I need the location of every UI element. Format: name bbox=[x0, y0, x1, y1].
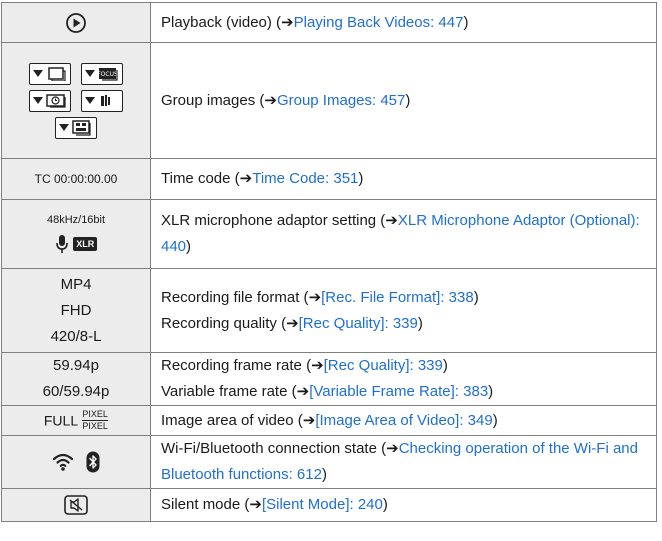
bluetooth-icon bbox=[86, 451, 100, 473]
reference-link[interactable]: [Rec Quality]: 339 bbox=[299, 315, 418, 332]
reference-arrow-icon: ➔ bbox=[311, 357, 324, 374]
table-row: FOCUS Group images (➔Group Images: 457) bbox=[1, 42, 657, 159]
icon-cell: FOCUS bbox=[1, 42, 151, 159]
table-row: Wi-Fi/Bluetooth connection state (➔Check… bbox=[1, 435, 657, 489]
audio-format-indicator: 48kHz/16bit bbox=[46, 214, 106, 226]
icon-cell: TC 00:00:00.00 bbox=[1, 158, 151, 200]
time-code-indicator: TC 00:00:00.00 bbox=[34, 172, 118, 186]
description-cell: Image area of video (➔[Image Area of Vid… bbox=[150, 405, 657, 436]
description-text: Silent mode ( bbox=[161, 496, 250, 513]
reference-link[interactable]: [Rec Quality]: 339 bbox=[324, 357, 443, 374]
reference-arrow-icon: ➔ bbox=[264, 91, 277, 109]
silent-mode-icon bbox=[64, 495, 88, 515]
icon-cell bbox=[1, 2, 151, 43]
reference-arrow-icon: ➔ bbox=[281, 13, 294, 31]
group-interval-icon bbox=[29, 89, 71, 112]
reference-link[interactable]: [Image Area of Video]: 349 bbox=[315, 412, 492, 429]
reference-link[interactable]: [Silent Mode]: 240 bbox=[262, 496, 383, 513]
description-text: Time code ( bbox=[161, 170, 240, 187]
reference-link[interactable]: Group Images: 457 bbox=[277, 92, 405, 109]
reference-link[interactable]: [Variable Frame Rate]: 383 bbox=[309, 383, 488, 400]
closing-paren: ) bbox=[321, 466, 327, 483]
closing-paren: ) bbox=[405, 91, 411, 109]
description-cell: Playback (video) (➔Playing Back Videos: … bbox=[150, 2, 657, 43]
reference-arrow-icon: ➔ bbox=[386, 440, 399, 457]
description-cell: XLR microphone adaptor setting (➔XLR Mic… bbox=[150, 199, 657, 269]
image-area-indicator: FULL bbox=[43, 412, 79, 429]
description-text: Image area of video ( bbox=[161, 411, 303, 429]
description-text: Variable frame rate ( bbox=[161, 383, 297, 400]
reference-arrow-icon: ➔ bbox=[286, 314, 299, 332]
description-cell: Time code (➔Time Code: 351) bbox=[150, 158, 657, 200]
description-text: XLR microphone adaptor setting ( bbox=[161, 212, 386, 229]
closing-paren: ) bbox=[492, 411, 498, 429]
wifi-icon bbox=[52, 453, 73, 471]
group-multi-exposure-icon bbox=[55, 116, 97, 139]
variable-frame-rate-indicator: 60/59.94p bbox=[42, 383, 110, 400]
bit-depth-indicator: 420/8-L bbox=[50, 327, 102, 345]
closing-paren: ) bbox=[473, 288, 479, 306]
icon-cell bbox=[1, 435, 151, 489]
icon-cell: 48kHz/16bit XLR bbox=[1, 199, 151, 269]
reference-arrow-icon: ➔ bbox=[302, 411, 316, 429]
description-text: Recording frame rate ( bbox=[161, 357, 312, 374]
resolution-indicator: FHD bbox=[60, 301, 92, 319]
reference-link[interactable]: Time Code: 351 bbox=[252, 170, 358, 187]
icon-cell: FULL PIXEL PIXEL bbox=[1, 405, 151, 436]
reference-arrow-icon: ➔ bbox=[385, 212, 398, 229]
description-cell: Silent mode (➔[Silent Mode]: 240) bbox=[150, 488, 657, 522]
reference-arrow-icon: ➔ bbox=[249, 496, 262, 513]
description-text: Recording file format ( bbox=[161, 288, 309, 306]
closing-paren: ) bbox=[358, 170, 364, 187]
icon-cell: 59.94p 60/59.94p bbox=[1, 352, 151, 406]
description-cell: Group images (➔Group Images: 457) bbox=[150, 42, 657, 159]
pixel-ratio-icon: PIXEL PIXEL bbox=[82, 409, 109, 431]
description-cell: Recording file format (➔[Rec. File Forma… bbox=[150, 268, 657, 353]
table-row: 59.94p 60/59.94p Recording frame rate (➔… bbox=[1, 352, 657, 406]
reference-arrow-icon: ➔ bbox=[239, 170, 253, 187]
reference-link[interactable]: Playing Back Videos: 447 bbox=[294, 14, 464, 31]
reference-arrow-icon: ➔ bbox=[308, 288, 322, 306]
frame-rate-indicator: 59.94p bbox=[53, 357, 99, 374]
description-text: Group images ( bbox=[161, 91, 265, 109]
table-row: FULL PIXEL PIXEL Image area of video (➔[Im… bbox=[1, 405, 657, 436]
table-row: Playback (video) (➔Playing Back Videos: … bbox=[1, 2, 657, 43]
closing-paren: ) bbox=[186, 238, 192, 255]
group-stack-icon bbox=[81, 89, 123, 112]
closing-paren: ) bbox=[382, 496, 388, 513]
icon-cell bbox=[1, 488, 151, 522]
description-text: Wi-Fi/Bluetooth connection state ( bbox=[161, 440, 387, 457]
description-cell: Wi-Fi/Bluetooth connection state (➔Check… bbox=[150, 435, 657, 489]
closing-paren: ) bbox=[417, 314, 423, 332]
table-row: MP4 FHD 420/8-L Recording file format (➔… bbox=[1, 268, 657, 353]
microphone-icon bbox=[55, 235, 68, 253]
playback-icon bbox=[66, 12, 86, 33]
closing-paren: ) bbox=[463, 13, 469, 31]
pixel-denominator: PIXEL bbox=[82, 421, 108, 431]
closing-paren: ) bbox=[488, 383, 494, 400]
reference-arrow-icon: ➔ bbox=[296, 383, 310, 400]
icon-reference-table: Playback (video) (➔Playing Back Videos: … bbox=[1, 2, 657, 522]
description-text: Playback (video) ( bbox=[161, 13, 282, 31]
description-text: Recording quality ( bbox=[161, 314, 287, 332]
table-row: TC 00:00:00.00 Time code (➔Time Code: 35… bbox=[1, 158, 657, 200]
table-row: Silent mode (➔[Silent Mode]: 240) bbox=[1, 488, 657, 522]
svg-text:FOCUS: FOCUS bbox=[98, 71, 118, 78]
file-format-indicator: MP4 bbox=[60, 275, 92, 293]
group-burst-icon bbox=[29, 62, 71, 85]
table-row: 48kHz/16bit XLR XLR microphone adaptor s… bbox=[1, 199, 657, 269]
group-focus-bracket-icon: FOCUS bbox=[81, 62, 123, 85]
closing-paren: ) bbox=[442, 357, 448, 374]
pixel-numerator: PIXEL bbox=[82, 409, 108, 419]
icon-cell: MP4 FHD 420/8-L bbox=[1, 268, 151, 353]
description-cell: Recording frame rate (➔[Rec Quality]: 33… bbox=[150, 352, 657, 406]
reference-link[interactable]: [Rec. File Format]: 338 bbox=[321, 289, 474, 306]
xlr-badge-icon: XLR bbox=[73, 237, 98, 251]
